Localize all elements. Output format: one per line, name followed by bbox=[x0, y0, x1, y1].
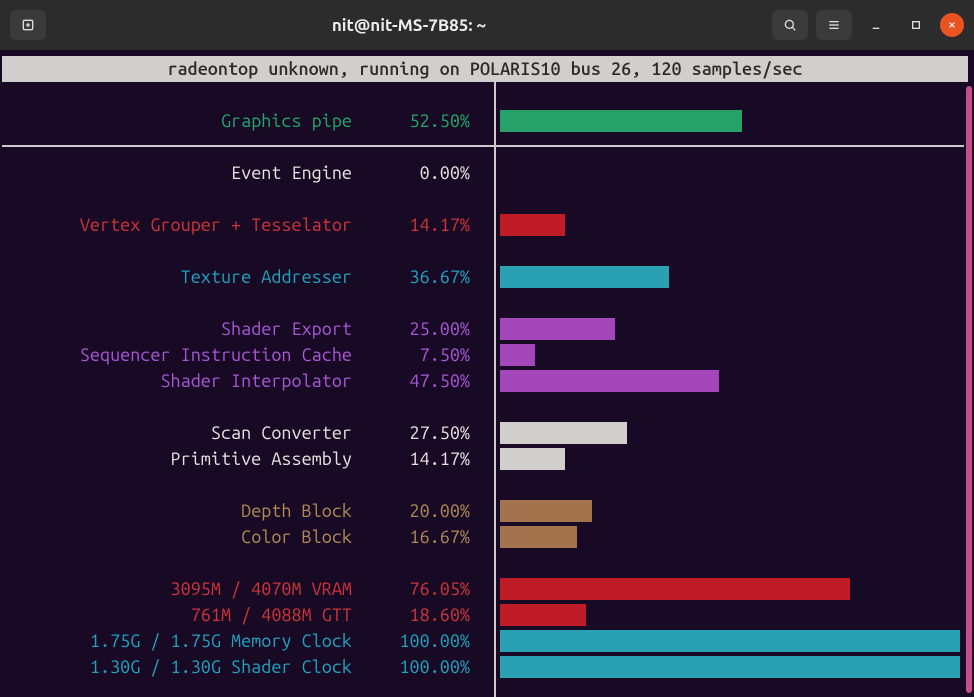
pct-event-engine: 0.00% bbox=[362, 160, 482, 186]
bar-depth-block bbox=[500, 500, 592, 522]
bar-texture-addresser bbox=[500, 266, 669, 288]
label-gtt: 761M / 4088M GTT bbox=[0, 602, 362, 628]
window-titlebar: nit@nit-MS-7B85: ~ bbox=[0, 0, 974, 50]
pct-memory-clock: 100.00% bbox=[362, 628, 482, 654]
menu-button[interactable] bbox=[816, 10, 852, 40]
label-shader-interpolator: Shader Interpolator bbox=[0, 368, 362, 394]
label-primitive-assembly: Primitive Assembly bbox=[0, 446, 362, 472]
pct-color-block: 16.67% bbox=[362, 524, 482, 550]
minimize-button[interactable] bbox=[860, 10, 892, 40]
bar-color-block bbox=[500, 526, 577, 548]
window-title: nit@nit-MS-7B85: ~ bbox=[54, 16, 764, 35]
bar-primitive-assembly bbox=[500, 448, 565, 470]
pct-vram: 76.05% bbox=[362, 576, 482, 602]
bar-shader-export bbox=[500, 318, 615, 340]
label-scan-converter: Scan Converter bbox=[0, 420, 362, 446]
pct-vertex-grouper: 14.17% bbox=[362, 212, 482, 238]
close-button[interactable] bbox=[940, 13, 964, 37]
bar-shader-interpolator bbox=[500, 370, 719, 392]
label-depth-block: Depth Block bbox=[0, 498, 362, 524]
pct-gtt: 18.60% bbox=[362, 602, 482, 628]
pct-shader-export: 25.00% bbox=[362, 316, 482, 342]
bar-vram bbox=[500, 578, 850, 600]
bar-graphics-pipe bbox=[500, 110, 742, 132]
status-header: radeontop unknown, running on POLARIS10 … bbox=[2, 56, 968, 82]
label-shader-export: Shader Export bbox=[0, 316, 362, 342]
pct-shader-clock: 100.00% bbox=[362, 654, 482, 680]
label-shader-clock: 1.30G / 1.30G Shader Clock bbox=[0, 654, 362, 680]
new-tab-button[interactable] bbox=[10, 10, 46, 40]
bar-column bbox=[500, 82, 960, 680]
pct-primitive-assembly: 14.17% bbox=[362, 446, 482, 472]
label-texture-addresser: Texture Addresser bbox=[0, 264, 362, 290]
label-vertex-grouper: Vertex Grouper + Tesselator bbox=[0, 212, 362, 238]
pct-graphics-pipe: 52.50% bbox=[362, 108, 482, 134]
bar-gtt bbox=[500, 604, 586, 626]
pct-shader-interpolator: 47.50% bbox=[362, 368, 482, 394]
bar-seq-instr-cache bbox=[500, 344, 535, 366]
pct-texture-addresser: 36.67% bbox=[362, 264, 482, 290]
maximize-button[interactable] bbox=[900, 10, 932, 40]
pct-depth-block: 20.00% bbox=[362, 498, 482, 524]
content-area: Graphics pipe 52.50% Event Engine 0.00% … bbox=[0, 82, 974, 697]
terminal-area[interactable]: radeontop unknown, running on POLARIS10 … bbox=[0, 50, 974, 697]
label-color-block: Color Block bbox=[0, 524, 362, 550]
label-vram: 3095M / 4070M VRAM bbox=[0, 576, 362, 602]
bar-vertex-grouper bbox=[500, 214, 565, 236]
search-button[interactable] bbox=[772, 10, 808, 40]
label-graphics-pipe: Graphics pipe bbox=[0, 108, 362, 134]
pct-seq-instr-cache: 7.50% bbox=[362, 342, 482, 368]
bar-shader-clock bbox=[500, 656, 960, 678]
label-event-engine: Event Engine bbox=[0, 160, 362, 186]
label-seq-instr-cache: Sequencer Instruction Cache bbox=[0, 342, 362, 368]
bar-memory-clock bbox=[500, 630, 960, 652]
pct-scan-converter: 27.50% bbox=[362, 420, 482, 446]
label-memory-clock: 1.75G / 1.75G Memory Clock bbox=[0, 628, 362, 654]
bar-scan-converter bbox=[500, 422, 627, 444]
